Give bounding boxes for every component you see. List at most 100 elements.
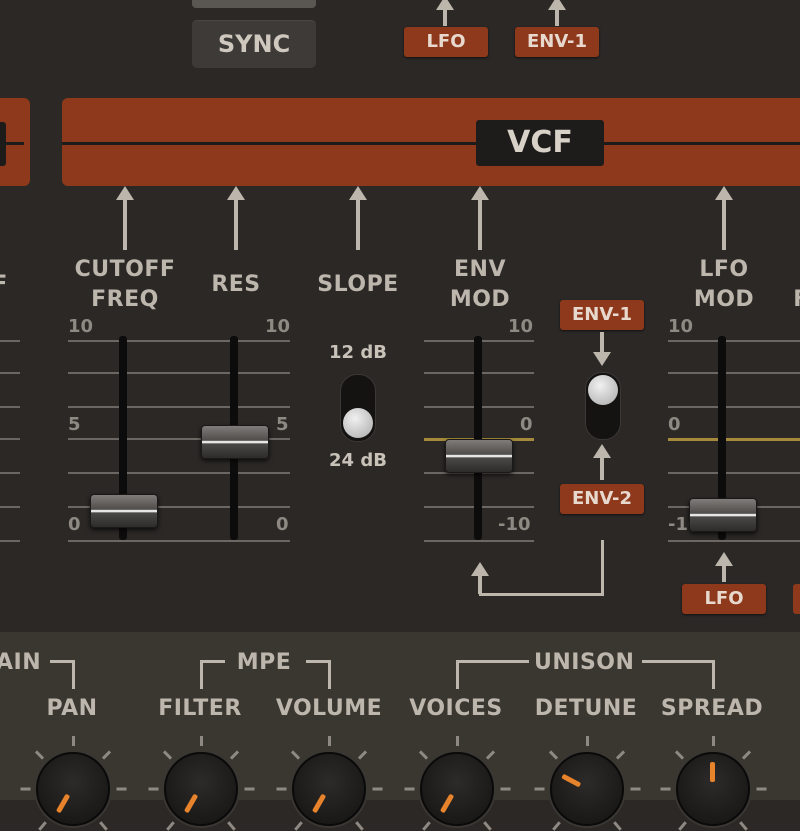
lfo-top-tag[interactable]: LFO: [404, 27, 488, 57]
knob-tick: [404, 787, 414, 791]
knob-tick: [534, 787, 544, 791]
knob-tick: [739, 820, 749, 831]
res-scale-min: 0: [276, 514, 289, 535]
mpe-bracket-left: [200, 660, 225, 689]
volume-label: VOLUME: [275, 696, 383, 721]
pan-knob-indicator: [55, 793, 71, 814]
knob-tick: [585, 736, 589, 746]
env-switch-env1-tag[interactable]: ENV-1: [560, 300, 644, 330]
scale-line: [668, 472, 800, 474]
knob-tick: [551, 820, 561, 831]
env-switch-env2-tag[interactable]: ENV-2: [560, 484, 644, 514]
env2-to-switch-arrow: [593, 444, 611, 480]
spread-label: SPREAD: [660, 696, 764, 721]
knob-tick: [500, 787, 510, 791]
top-partial-button[interactable]: [192, 0, 316, 8]
lfo-mod-label-line1: LFO: [699, 257, 749, 282]
cutoff-fader-handle[interactable]: [90, 494, 158, 529]
cutoff-scale-mid: 5: [68, 414, 81, 435]
knob-tick: [677, 820, 687, 831]
knob-tick: [483, 820, 493, 831]
scale-line: [68, 540, 290, 542]
knob-tick: [165, 820, 175, 831]
scale-line: [424, 540, 534, 542]
sync-button-label: SYNC: [217, 30, 291, 58]
detune-knob[interactable]: [550, 752, 624, 826]
vcf-title-box: VCF: [476, 120, 604, 166]
scale-line: [0, 372, 20, 374]
env-mod-fader-handle[interactable]: [445, 439, 513, 474]
res-scale-max: 10: [265, 316, 291, 337]
filter-knob[interactable]: [164, 752, 238, 826]
env-source-toggle-ball[interactable]: [588, 375, 618, 405]
slope-input-arrow: [349, 186, 367, 250]
env-mod-scale-min: -10: [498, 514, 531, 535]
scale-line: [0, 438, 20, 440]
scale-line: [668, 438, 800, 441]
res-fader-handle[interactable]: [201, 425, 269, 460]
env1-top-tag[interactable]: ENV-1: [515, 27, 599, 57]
slope-label: SLOPE: [317, 272, 399, 297]
slope-toggle-ball[interactable]: [343, 408, 373, 438]
env-mod-label-line2: MOD: [449, 287, 511, 312]
scale-line: [668, 340, 800, 342]
vcf-band-line: [62, 142, 800, 145]
sync-button[interactable]: SYNC: [192, 20, 316, 68]
cutoff-scale-min: 0: [68, 514, 81, 535]
knob-tick: [711, 736, 715, 746]
cutoff-input-arrow: [116, 186, 134, 250]
res-scale-mid: 5: [276, 414, 289, 435]
pan-label: PAN: [46, 696, 98, 721]
scale-line: [0, 340, 20, 342]
routing-line-horizontal: [479, 593, 604, 596]
knob-tick: [327, 736, 331, 746]
knob-tick: [244, 787, 254, 791]
detune-knob-indicator: [561, 773, 582, 788]
detune-label: DETUNE: [534, 696, 638, 721]
unison-bracket-right: [642, 660, 715, 689]
env-mod-label-line1: ENV: [454, 257, 506, 282]
knob-tick: [421, 820, 431, 831]
lfo-mod-scale-max: 10: [668, 316, 694, 337]
knob-tick: [20, 787, 30, 791]
scale-line: [668, 540, 800, 542]
right-partial-label: F: [786, 285, 800, 315]
knob-tick: [355, 820, 365, 831]
routing-line-vertical-right: [601, 540, 604, 596]
scale-line: [68, 406, 290, 408]
knob-tick: [199, 736, 203, 746]
vcf-title: VCF: [507, 125, 573, 160]
knob-tick: [293, 820, 303, 831]
env-mod-fader-track[interactable]: [474, 336, 482, 540]
pan-knob[interactable]: [36, 752, 110, 826]
volume-knob[interactable]: [292, 752, 366, 826]
knob-tick: [99, 820, 109, 831]
lfo-mod-fader-handle[interactable]: [689, 497, 757, 532]
scale-line: [0, 472, 20, 474]
knob-tick: [660, 787, 670, 791]
unison-group-label: UNISON: [534, 650, 635, 675]
knob-tick: [276, 787, 286, 791]
lfo-mod-scale-mid: 0: [668, 414, 681, 435]
spread-knob[interactable]: [676, 752, 750, 826]
lfo-mod-input-arrow: [715, 186, 733, 250]
res-input-arrow: [227, 186, 245, 250]
knob-tick: [455, 736, 459, 746]
lfo-bottom-tag[interactable]: LFO: [682, 584, 766, 614]
unison-bracket-left: [456, 660, 529, 689]
voices-knob-indicator: [439, 793, 455, 814]
env-source-toggle[interactable]: [585, 372, 621, 440]
slope-toggle[interactable]: [340, 374, 376, 442]
voices-knob[interactable]: [420, 752, 494, 826]
scale-line: [68, 340, 290, 342]
env-mod-scale-max: 10: [508, 316, 534, 337]
res-label: RES: [211, 272, 261, 297]
right-partial-tag[interactable]: [793, 584, 800, 614]
scale-line: [668, 372, 800, 374]
lfo-bottom-arrow: [715, 552, 733, 582]
mpe-group-label: MPE: [236, 650, 292, 675]
scale-line: [68, 372, 290, 374]
scale-line: [668, 406, 800, 408]
cutoff-label-line1: CUTOFF: [74, 257, 176, 282]
knob-tick: [148, 787, 158, 791]
